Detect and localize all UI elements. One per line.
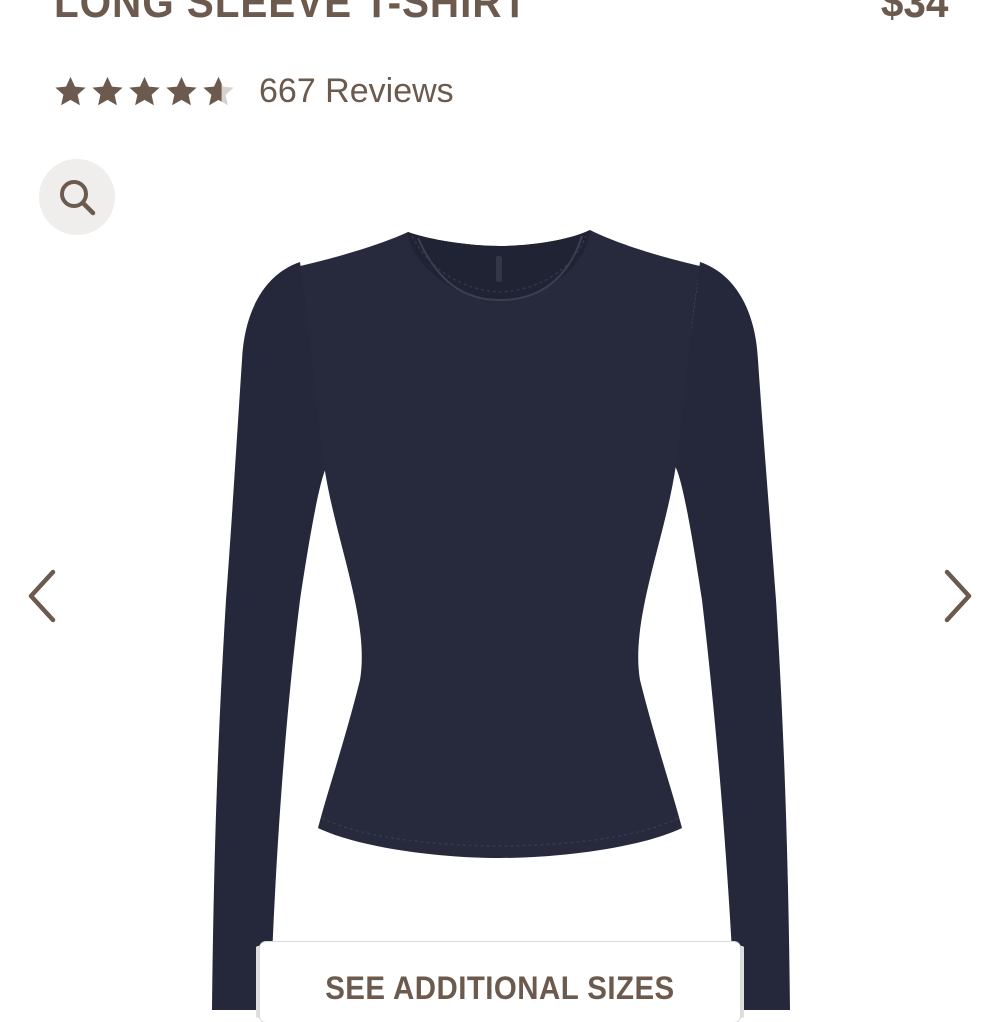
reviews-link[interactable]: 667 Reviews bbox=[259, 72, 454, 111]
see-additional-sizes-button[interactable]: SEE ADDITIONAL SIZES bbox=[260, 942, 740, 1022]
half-star-icon bbox=[203, 76, 234, 105]
chevron-left-icon bbox=[28, 569, 56, 623]
product-price: $34 bbox=[880, 0, 948, 27]
chevron-right-icon bbox=[944, 569, 972, 623]
star-icon bbox=[129, 76, 160, 105]
star-rating bbox=[52, 73, 237, 110]
next-image-button[interactable] bbox=[938, 566, 978, 626]
star-icon bbox=[166, 76, 197, 105]
product-title: LONG SLEEVE T-SHIRT bbox=[54, 0, 529, 27]
previous-image-button[interactable] bbox=[22, 566, 62, 626]
star-icon bbox=[92, 76, 123, 105]
star-icon bbox=[55, 76, 86, 105]
zoom-button[interactable] bbox=[39, 159, 115, 235]
search-icon bbox=[60, 180, 96, 216]
rating-summary[interactable]: 667 Reviews bbox=[52, 70, 454, 112]
long-sleeve-shirt-image bbox=[212, 230, 790, 1010]
see-additional-sizes-label: SEE ADDITIONAL SIZES bbox=[325, 970, 675, 1006]
